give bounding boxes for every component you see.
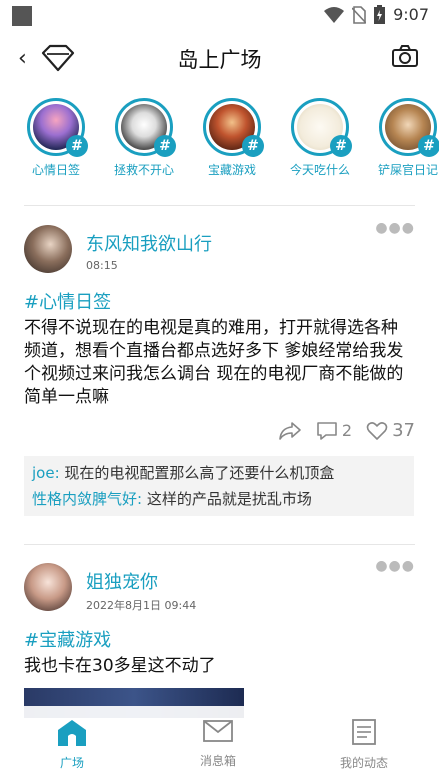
status-time: 9:07	[393, 5, 429, 24]
post-username[interactable]: 姐独宠你	[86, 568, 158, 594]
comment-item[interactable]: joe: 现在的电视配置那么高了还要什么机顶盒	[32, 460, 406, 486]
tab-inbox[interactable]: 消息箱	[168, 718, 268, 769]
tab-label: 我的动态	[339, 756, 388, 770]
post-username[interactable]: 东风知我欲山行	[86, 230, 212, 256]
post-time: 08:15	[86, 259, 118, 272]
more-options-icon[interactable]: ●●●	[375, 558, 415, 574]
post-tag[interactable]: #心情日签	[24, 288, 111, 314]
like-count: 37	[392, 420, 415, 441]
home-icon	[58, 720, 86, 746]
topic-item[interactable]: # 心情日签	[16, 98, 96, 178]
status-bar: 9:07	[0, 0, 439, 30]
divider	[24, 205, 415, 206]
heart-icon	[366, 421, 388, 440]
no-sim-icon	[352, 5, 367, 24]
bottom-tab-bar: 广场 消息箱 我的动态	[0, 706, 439, 780]
post-time: 2022年8月1日 09:44	[86, 599, 197, 612]
comment-icon	[317, 421, 337, 440]
comment-text: 现在的电视配置那么高了还要什么机顶盒	[59, 464, 335, 482]
hashtag-icon: #	[66, 135, 88, 157]
topic-label: 今天吃什么	[289, 163, 350, 177]
hashtag-icon: #	[242, 135, 264, 157]
comment-list: joe: 现在的电视配置那么高了还要什么机顶盒 性格内敛脾气好: 这样的产品就是…	[24, 456, 414, 516]
notification-icon	[12, 6, 32, 26]
more-options-icon[interactable]: ●●●	[375, 220, 415, 236]
post-content: 不得不说现在的电视是真的难用，打开就得选各种频道，想看个直播台都点选好多下 爹娘…	[24, 318, 404, 407]
tab-label: 广场	[59, 756, 84, 770]
header: ‹ 岛上广场	[0, 36, 439, 82]
comment-text: 这样的产品就是扰乱市场	[142, 490, 312, 508]
page-title: 岛上广场	[177, 48, 262, 72]
camera-icon[interactable]	[391, 44, 419, 68]
comment-item[interactable]: 性格内敛脾气好: 这样的产品就是扰乱市场	[32, 486, 406, 512]
mail-icon	[203, 720, 233, 742]
post-content: 我也卡在30多星这不动了	[24, 656, 216, 676]
post-actions: 2 37	[278, 420, 415, 441]
hashtag-icon: #	[154, 135, 176, 157]
comment-author: joe:	[32, 464, 60, 482]
like-button[interactable]: 37	[366, 420, 415, 441]
comment-button[interactable]: 2	[316, 421, 352, 441]
topic-item[interactable]: # 今天吃什么	[280, 98, 360, 178]
share-icon[interactable]	[278, 421, 302, 441]
divider	[24, 544, 415, 545]
comment-author: 性格内敛脾气好:	[32, 490, 143, 508]
hashtag-icon: #	[330, 135, 352, 157]
topic-item[interactable]: # 宝藏游戏	[192, 98, 272, 178]
topic-label: 心情日签	[31, 163, 80, 177]
hashtag-icon: #	[418, 135, 439, 157]
avatar[interactable]	[24, 563, 72, 611]
battery-icon	[374, 5, 386, 24]
topic-label: 铲屎官日记	[377, 163, 438, 177]
topic-label: 拯救不开心	[113, 163, 174, 177]
notes-icon	[352, 719, 376, 745]
topic-item[interactable]: # 拯救不开心	[104, 98, 184, 178]
topic-list: # 心情日签 # 拯救不开心 # 宝藏游戏 # 今天吃什么 # 铲屎官日记	[0, 98, 439, 188]
post-tag[interactable]: #宝藏游戏	[24, 626, 111, 652]
tab-my-posts[interactable]: 我的动态	[314, 718, 414, 771]
tab-label: 消息箱	[199, 754, 236, 768]
wifi-icon	[324, 6, 345, 23]
comment-count: 2	[341, 421, 353, 440]
tab-square[interactable]: 广场	[22, 718, 122, 771]
avatar[interactable]	[24, 225, 72, 273]
topic-item[interactable]: # 铲屎官日记	[368, 98, 439, 178]
topic-label: 宝藏游戏	[207, 163, 256, 177]
